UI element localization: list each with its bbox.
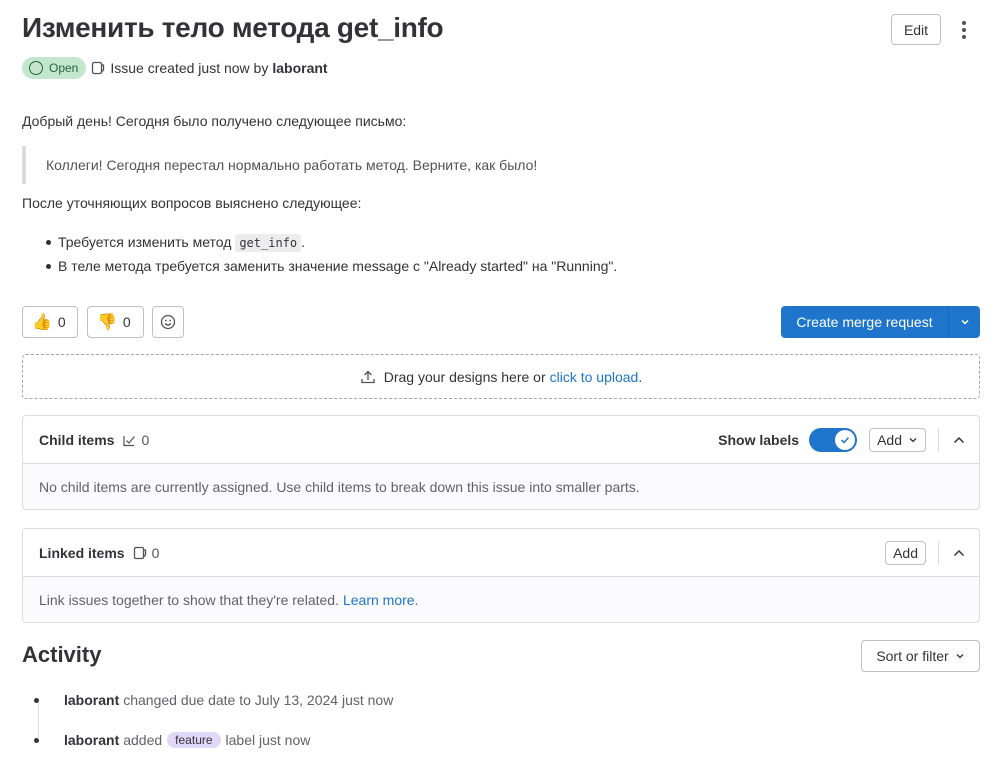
activity-user[interactable]: laborant [64, 692, 119, 708]
description-list: Требуется изменить метод get_info. В тел… [44, 230, 617, 278]
sort-or-filter-button[interactable]: Sort or filter [861, 640, 980, 672]
activity-text: changed due date to July 13, 2024 just n… [123, 692, 394, 708]
collapse-linked-items-button[interactable] [951, 545, 967, 561]
status-label: Open [49, 61, 79, 75]
activity-text: added [123, 732, 163, 748]
issue-type-icon [92, 61, 105, 75]
show-labels-toggle[interactable] [809, 428, 858, 452]
activity-item: laborant added feature label just now [34, 730, 310, 750]
chevron-down-icon [956, 654, 964, 659]
child-items-empty-state: No child items are currently assigned. U… [23, 464, 979, 509]
child-items-header: Child items 0 Show labels Add [23, 416, 979, 464]
linked-items-empty-state: Link issues together to show that they'r… [23, 577, 979, 622]
list-item-suffix: . [301, 234, 306, 250]
edit-button[interactable]: Edit [891, 14, 941, 45]
list-item: В теле метода требуется заменить значени… [44, 254, 617, 278]
toggle-knob [835, 430, 856, 450]
thumbs-up-button[interactable]: 👍 0 [22, 306, 78, 338]
inline-code: get_info [235, 234, 302, 252]
linked-items-count: 0 [133, 544, 160, 561]
feature-label-badge[interactable]: feature [167, 732, 221, 748]
chevron-down-icon [960, 319, 969, 325]
author-link[interactable]: laborant [272, 60, 327, 76]
linked-items-tools: Add [885, 529, 967, 577]
status-badge: Open [22, 57, 87, 79]
activity-item: laborant changed due date to July 13, 20… [34, 690, 393, 710]
thumbs-down-icon: 👎 [97, 314, 117, 331]
add-reaction-button[interactable] [152, 306, 184, 338]
design-dropzone[interactable]: Drag your designs here or click to uploa… [22, 354, 980, 399]
thumbs-down-count: 0 [122, 314, 131, 330]
add-child-label: Add [877, 432, 902, 448]
task-done-icon [123, 435, 136, 446]
description-greeting: Добрый день! Сегодня было получено следу… [22, 113, 407, 129]
description-quote: Коллеги! Сегодня перестал нормально рабо… [22, 146, 962, 184]
thumbs-up-count: 0 [57, 314, 66, 330]
chevron-down-icon [909, 438, 917, 443]
child-items-count-value: 0 [141, 431, 150, 448]
chevron-up-icon [953, 436, 965, 444]
create-merge-request-label[interactable]: Create merge request [781, 314, 948, 330]
description-paragraph: После уточняющих вопросов выяснено следу… [22, 195, 362, 211]
learn-more-link[interactable]: Learn more. [343, 592, 418, 608]
divider [938, 541, 939, 565]
child-items-count: 0 [122, 432, 149, 448]
issue-type-icon [133, 546, 146, 559]
sort-or-filter-label: Sort or filter [876, 648, 949, 664]
timeline-dot [34, 737, 39, 743]
issue-title: Изменить тело метода get_info [22, 12, 444, 43]
dropzone-text: Drag your designs here or [383, 368, 546, 385]
linked-items-title: Linked items [39, 544, 125, 561]
issue-meta: Open Issue created just now by laborant [22, 57, 328, 79]
thumbs-down-button[interactable]: 👎 0 [87, 306, 144, 338]
thumbs-up-icon: 👍 [32, 314, 52, 331]
dropzone-suffix: . [638, 368, 643, 385]
linked-items-count-value: 0 [151, 544, 160, 561]
smiley-icon [160, 314, 176, 330]
add-linked-item-button[interactable]: Add [885, 541, 926, 565]
add-child-item-button[interactable]: Add [869, 428, 926, 452]
upload-link[interactable]: click to upload [550, 369, 639, 385]
divider [938, 428, 939, 452]
linked-items-header: Linked items 0 Add [23, 529, 979, 577]
list-item-text: В теле метода требуется заменить значени… [58, 258, 618, 274]
upload-icon [361, 370, 375, 383]
activity-text-suffix: label just now [225, 732, 311, 748]
issue-meta-text: Issue created just now by [110, 60, 269, 76]
timeline-dot [34, 697, 39, 703]
linked-items-card: Linked items 0 Add Link issues together … [22, 528, 980, 623]
more-actions-icon[interactable] [954, 18, 974, 42]
open-status-icon [29, 61, 43, 75]
collapse-child-items-button[interactable] [951, 432, 967, 448]
show-labels-label: Show labels [718, 432, 800, 448]
chevron-up-icon [953, 549, 965, 557]
check-icon [841, 436, 850, 444]
linked-items-empty-text: Link issues together to show that they'r… [39, 591, 339, 608]
quote-text: Коллеги! Сегодня перестал нормально рабо… [46, 157, 538, 173]
list-item-text: Требуется изменить метод [58, 234, 232, 250]
merge-request-dropdown-toggle[interactable] [949, 316, 980, 328]
child-items-empty-text: No child items are currently assigned. U… [39, 478, 640, 495]
create-merge-request-button[interactable]: Create merge request [781, 306, 980, 338]
activity-heading: Activity [22, 642, 102, 667]
child-items-card: Child items 0 Show labels Add No child i… [22, 415, 980, 510]
list-item: Требуется изменить метод get_info. [44, 230, 617, 254]
activity-user[interactable]: laborant [64, 732, 119, 748]
child-items-title: Child items [39, 431, 115, 448]
child-items-tools: Show labels Add [718, 416, 967, 464]
